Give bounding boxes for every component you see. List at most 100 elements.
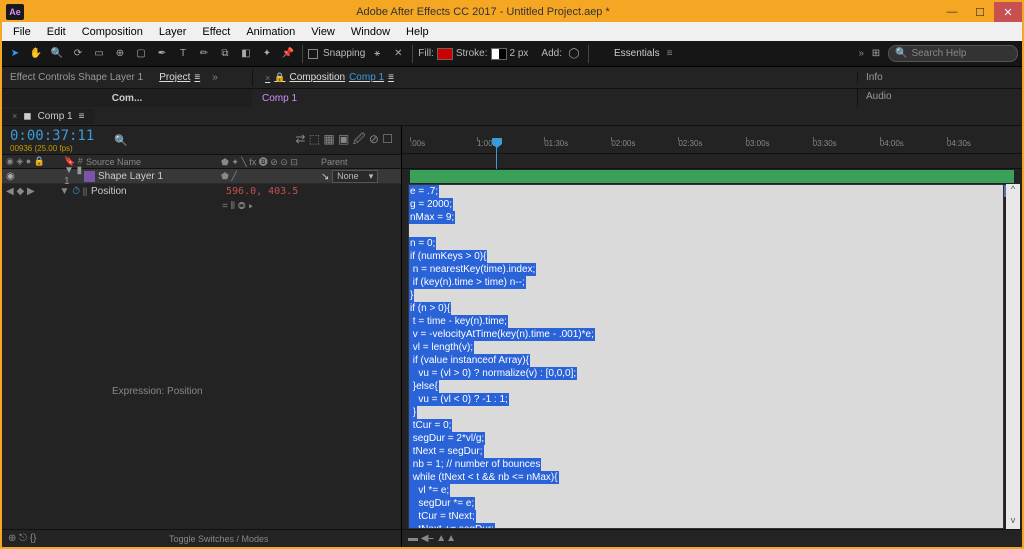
hand-tool-icon[interactable]: ✋ bbox=[27, 45, 45, 63]
graph-icon[interactable]: ⦀ bbox=[83, 186, 87, 197]
search-placeholder: Search Help bbox=[911, 48, 966, 59]
tab-close-icon[interactable]: × bbox=[265, 73, 270, 83]
menu-window[interactable]: Window bbox=[344, 25, 397, 39]
stroke-label: Stroke: bbox=[456, 48, 488, 59]
project-item[interactable]: Com... bbox=[2, 89, 252, 107]
camera-tool-icon[interactable]: ▭ bbox=[90, 45, 108, 63]
parent-dropdown[interactable]: None▾ bbox=[332, 170, 378, 183]
visibility-toggle-icon[interactable]: ◉ bbox=[6, 171, 15, 182]
tab-project[interactable]: Project ≡ bbox=[151, 69, 208, 86]
property-value[interactable]: 596.0, 403.5 bbox=[226, 186, 401, 197]
ruler-tick: 03:30s bbox=[813, 139, 880, 151]
type-tool-icon[interactable]: T bbox=[174, 45, 192, 63]
ruler-tick: 1:00s bbox=[477, 139, 544, 151]
menu-edit[interactable]: Edit bbox=[40, 25, 73, 39]
tabs-overflow-icon[interactable]: » bbox=[212, 72, 218, 83]
comp-breadcrumb[interactable]: Comp 1 bbox=[252, 89, 857, 107]
menu-view[interactable]: View bbox=[304, 25, 342, 39]
libraries-icon[interactable]: ⊞ bbox=[867, 45, 885, 63]
current-timecode[interactable]: 0:00:37:11 bbox=[10, 128, 94, 144]
timeline-tab-comp1[interactable]: × ◼ Comp 1 ≡ bbox=[2, 109, 94, 124]
tab-project-label: Project bbox=[159, 72, 190, 83]
fill-swatch[interactable] bbox=[437, 48, 453, 60]
menu-animation[interactable]: Animation bbox=[239, 25, 302, 39]
search-help-input[interactable]: 🔍 Search Help bbox=[888, 45, 1018, 62]
add-menu-icon[interactable]: ◯ bbox=[565, 45, 583, 63]
ruler-tick: 03:00s bbox=[746, 139, 813, 151]
layer-duration-bar[interactable] bbox=[410, 170, 1014, 183]
panel-audio[interactable]: Audio bbox=[857, 89, 1022, 107]
timeline-bottom-icons[interactable]: ⊕ ⎋ {} bbox=[8, 533, 37, 544]
orbit-tool-icon[interactable]: ⟳ bbox=[69, 45, 87, 63]
stroke-width[interactable]: 2 px bbox=[510, 48, 529, 59]
menu-file[interactable]: File bbox=[6, 25, 38, 39]
roto-tool-icon[interactable]: ✦ bbox=[258, 45, 276, 63]
tab-close-icon[interactable]: × bbox=[12, 111, 17, 121]
snapping-checkbox[interactable] bbox=[308, 49, 318, 59]
expression-label: Expression: Position bbox=[112, 386, 203, 397]
timecode-frames: 00936 (25.00 fps) bbox=[10, 144, 94, 153]
layer-row-shape1[interactable]: ◉ ▼ ▮ 1 Shape Layer 1 ⬟ ╱ ↘ None▾ bbox=[2, 169, 401, 184]
snap-opt-icon[interactable]: ⚹ bbox=[368, 45, 386, 63]
col-visibility: ◉ ◈ ● 🔒 bbox=[2, 156, 64, 167]
anchor-tool-icon[interactable]: ⊕ bbox=[111, 45, 129, 63]
lock-icon[interactable]: ◼ bbox=[23, 111, 31, 122]
snap-opt2-icon[interactable]: ✕ bbox=[389, 45, 407, 63]
stroke-swatch[interactable] bbox=[491, 48, 507, 60]
snapping-label: Snapping bbox=[323, 48, 365, 59]
selection-tool-icon[interactable]: ➤ bbox=[6, 45, 24, 63]
col-switches: ⬟ ✦ ╲ fx 🅑 ⊘ ⊙ ⊡ bbox=[221, 155, 321, 168]
menu-effect[interactable]: Effect bbox=[195, 25, 237, 39]
tab-effect-controls-label: Effect Controls Shape Layer 1 bbox=[10, 72, 143, 83]
app-icon: Ae bbox=[6, 4, 24, 20]
puppet-tool-icon[interactable]: 📌 bbox=[279, 45, 297, 63]
panel-overflow-icon[interactable]: » bbox=[858, 48, 864, 59]
eraser-tool-icon[interactable]: ◧ bbox=[237, 45, 255, 63]
property-name[interactable]: Position bbox=[91, 186, 127, 197]
panel-info[interactable]: Info bbox=[866, 72, 1022, 83]
close-button[interactable]: ✕ bbox=[994, 2, 1022, 22]
lock-icon[interactable]: 🔒 bbox=[274, 72, 285, 83]
ruler-tick: 02:00s bbox=[611, 139, 678, 151]
toolbar: ➤ ✋ 🔍 ⟳ ▭ ⊕ ▢ ✒ T ✏ ⧉ ◧ ✦ 📌 Snapping ⚹ ✕… bbox=[2, 41, 1022, 67]
panel-menu-icon[interactable]: ≡ bbox=[79, 111, 85, 122]
toggle-switches-button[interactable]: Toggle Switches / Modes bbox=[43, 534, 395, 544]
pen-tool-icon[interactable]: ✒ bbox=[153, 45, 171, 63]
twirl-icon[interactable]: ▼ bbox=[64, 165, 74, 176]
expression-editor[interactable]: e = .7;g = 2000;nMax = 9; n = 0;if (numK… bbox=[408, 184, 1004, 529]
stopwatch-icon[interactable]: ⏱ bbox=[72, 186, 80, 197]
maximize-button[interactable]: ☐ bbox=[966, 2, 994, 22]
timeline-zoom-controls[interactable]: ▬ ◀⎯ ▲▲ bbox=[402, 529, 1022, 547]
menubar: File Edit Composition Layer Effect Anima… bbox=[2, 22, 1022, 41]
ruler-tick: 04:00s bbox=[880, 139, 947, 151]
keyframe-navigator[interactable]: ◀ ◆ ▶ bbox=[6, 186, 36, 197]
tab-effect-controls[interactable]: Effect Controls Shape Layer 1 bbox=[2, 69, 151, 86]
brush-tool-icon[interactable]: ✏ bbox=[195, 45, 213, 63]
workspace-selector[interactable]: Essentials bbox=[614, 48, 660, 59]
twirl-icon[interactable]: ▼ bbox=[60, 186, 70, 197]
shape-layer-icon bbox=[84, 171, 95, 182]
panel-menu-icon[interactable]: ≡ bbox=[194, 72, 200, 83]
clone-tool-icon[interactable]: ⧉ bbox=[216, 45, 234, 63]
timeline-search-icon[interactable]: 🔍 bbox=[114, 134, 128, 147]
rect-tool-icon[interactable]: ▢ bbox=[132, 45, 150, 63]
scroll-up-icon[interactable]: ^ bbox=[1006, 184, 1020, 198]
tab-composition[interactable]: × 🔒 Composition Comp 1 ≡ bbox=[257, 69, 402, 86]
scroll-down-icon[interactable]: v bbox=[1006, 515, 1020, 529]
menu-composition[interactable]: Composition bbox=[75, 25, 150, 39]
layer-switches[interactable]: ⬟ ╱ bbox=[221, 171, 321, 182]
vertical-scrollbar[interactable]: ^ v bbox=[1006, 184, 1020, 529]
parent-pickwhip-icon[interactable]: ↘ bbox=[321, 171, 329, 182]
zoom-tool-icon[interactable]: 🔍 bbox=[48, 45, 66, 63]
timeline-header-icons[interactable]: ⇄ ⬚ ▦ ▣ 🖉 ⊘ ☐ bbox=[295, 130, 393, 151]
menu-help[interactable]: Help bbox=[399, 25, 436, 39]
layer-name: Shape Layer 1 bbox=[98, 171, 163, 182]
workspace-menu-icon[interactable]: ≡ bbox=[667, 48, 673, 59]
col-source-name[interactable]: Source Name bbox=[84, 157, 221, 167]
time-ruler[interactable]: :00s 1:00s 01:30s 02:00s 02:30s 03:00s 0… bbox=[402, 126, 1022, 154]
minimize-button[interactable]: — bbox=[938, 2, 966, 22]
panel-menu-icon[interactable]: ≡ bbox=[388, 72, 394, 83]
tab-composition-prefix: Composition bbox=[289, 72, 345, 83]
expression-controls[interactable]: = ⦀ ◎ ▸ bbox=[2, 199, 401, 214]
menu-layer[interactable]: Layer bbox=[152, 25, 194, 39]
